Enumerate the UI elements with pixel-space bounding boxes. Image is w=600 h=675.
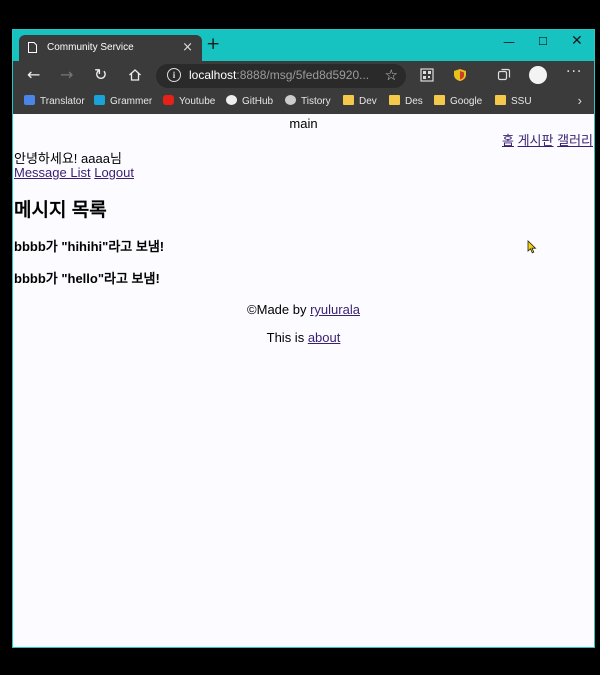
- made-by-text: ©Made by: [247, 302, 311, 317]
- info-icon[interactable]: i: [167, 68, 181, 82]
- message-item: bbbb가 "hello"라고 보냄!: [14, 271, 160, 286]
- address-bar[interactable]: i localhost:8888/msg/5fed8d5920... ☆: [156, 64, 406, 88]
- folder-icon: [434, 95, 445, 105]
- url-text: localhost:8888/msg/5fed8d5920...: [189, 68, 370, 82]
- page-content: main 홈 게시판 갤러리 안녕하세요! aaaa님 Message List…: [13, 114, 594, 647]
- home-icon[interactable]: [128, 68, 142, 82]
- translator-icon: [24, 95, 35, 105]
- favorite-star-icon[interactable]: ☆: [385, 66, 398, 84]
- browser-tab[interactable]: Community Service ×: [19, 35, 202, 61]
- close-tab-icon[interactable]: ×: [182, 40, 193, 55]
- title-bar: Community Service × + — ☐ ✕: [13, 30, 594, 61]
- grammer-icon: [94, 95, 105, 105]
- youtube-icon: [163, 95, 174, 105]
- more-options-icon[interactable]: ···: [566, 64, 582, 80]
- minimize-icon[interactable]: —: [503, 35, 515, 49]
- bookmark-folder-dev[interactable]: Dev: [343, 95, 377, 107]
- folder-icon: [389, 95, 400, 105]
- bookmark-youtube[interactable]: Youtube: [163, 95, 215, 107]
- forward-icon[interactable]: →: [60, 66, 73, 84]
- folder-icon: [343, 95, 354, 105]
- bookmarks-bar: Translator Grammer Youtube GitHub Tistor…: [13, 91, 594, 114]
- page-heading: 메시지 목록: [14, 200, 107, 221]
- github-icon: [226, 95, 237, 105]
- extension-shield-icon[interactable]: [453, 68, 467, 82]
- profile-avatar[interactable]: [529, 66, 547, 84]
- bookmark-folder-des[interactable]: Des: [389, 95, 423, 107]
- this-is-text: This is: [266, 330, 308, 345]
- browser-window: Community Service × + — ☐ ✕ ← → ↻ i loca…: [12, 29, 595, 648]
- tab-title: Community Service: [47, 42, 134, 53]
- page-icon: [28, 42, 37, 53]
- bookmark-grammer[interactable]: Grammer: [94, 95, 152, 107]
- message-item: bbbb가 "hihihi"라고 보냄!: [14, 239, 165, 254]
- user-links: Message List Logout: [14, 165, 134, 180]
- bookmark-github[interactable]: GitHub: [226, 95, 273, 107]
- message-list-link[interactable]: Message List: [14, 165, 91, 180]
- bookmark-translator[interactable]: Translator: [24, 95, 85, 107]
- new-tab-button[interactable]: +: [206, 36, 220, 53]
- refresh-icon[interactable]: ↻: [94, 66, 107, 84]
- top-navigation: 홈 게시판 갤러리: [502, 130, 593, 149]
- close-window-icon[interactable]: ✕: [571, 33, 583, 49]
- nav-home-link[interactable]: 홈: [502, 133, 514, 148]
- chevron-right-icon[interactable]: ›: [578, 93, 582, 108]
- bookmark-tistory[interactable]: Tistory: [285, 95, 331, 107]
- about-link[interactable]: about: [308, 330, 341, 345]
- page-header-title: main: [289, 116, 318, 131]
- collections-icon[interactable]: [497, 68, 511, 82]
- browser-toolbar: ← → ↻ i localhost:8888/msg/5fed8d5920...…: [13, 61, 594, 91]
- footer-about: This is about: [13, 330, 594, 345]
- logout-link[interactable]: Logout: [94, 165, 134, 180]
- folder-icon: [495, 95, 506, 105]
- maximize-icon[interactable]: ☐: [538, 35, 548, 48]
- qr-code-icon[interactable]: [420, 68, 434, 82]
- mouse-cursor-icon: [527, 240, 537, 254]
- footer-credit: ©Made by ryulurala: [13, 302, 594, 317]
- bookmark-folder-google[interactable]: Google: [434, 95, 482, 107]
- author-link[interactable]: ryulurala: [310, 302, 360, 317]
- nav-gallery-link[interactable]: 갤러리: [557, 133, 593, 148]
- tistory-icon: [285, 95, 296, 105]
- nav-board-link[interactable]: 게시판: [518, 133, 554, 148]
- bookmark-folder-ssu[interactable]: SSU: [495, 95, 532, 107]
- back-icon[interactable]: ←: [27, 66, 40, 84]
